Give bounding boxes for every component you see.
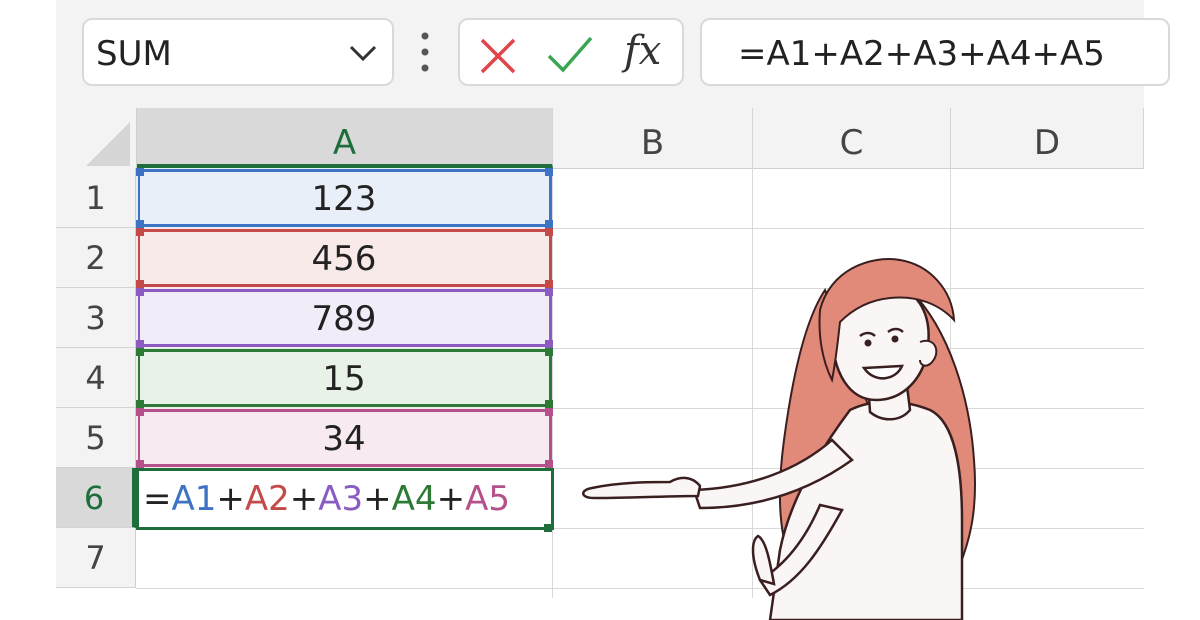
range-corner-handle[interactable] [136, 408, 144, 416]
fill-handle[interactable] [544, 524, 552, 532]
range-highlight-a4 [136, 348, 553, 408]
formula-bar[interactable]: =A1+A2+A3+A4+A5 [700, 18, 1170, 86]
range-corner-handle[interactable] [545, 340, 553, 348]
row-header-3[interactable]: 3 [56, 288, 136, 348]
row-header-2[interactable]: 2 [56, 228, 136, 288]
woman-presenting-illustration [582, 258, 977, 620]
formula-bar-value: =A1+A2+A3+A4+A5 [738, 34, 1105, 74]
cancel-icon[interactable] [478, 36, 518, 76]
formula-token: + [436, 479, 466, 519]
range-corner-handle[interactable] [136, 280, 144, 288]
range-corner-handle[interactable] [545, 220, 553, 228]
range-corner-handle[interactable] [136, 228, 144, 236]
row-header-4[interactable]: 4 [56, 348, 136, 408]
formula-actions: fx [458, 18, 684, 86]
select-all-corner[interactable] [56, 108, 137, 168]
name-box-value: SUM [96, 34, 172, 74]
range-highlight-a3 [136, 288, 553, 348]
range-corner-handle[interactable] [545, 460, 553, 468]
more-options-icon[interactable] [418, 30, 432, 74]
spreadsheet-app: SUM fx =A1+A2+A3+A4+A5 A B C D 1 2 3 4 5… [0, 0, 1200, 620]
name-box[interactable]: SUM [82, 18, 394, 86]
column-header-c[interactable]: C [753, 108, 951, 168]
range-corner-handle[interactable] [136, 220, 144, 228]
range-corner-handle[interactable] [136, 400, 144, 408]
range-corner-handle[interactable] [545, 408, 553, 416]
range-corner-handle[interactable] [136, 288, 144, 296]
range-corner-handle[interactable] [545, 400, 553, 408]
range-corner-handle[interactable] [136, 340, 144, 348]
insert-function-button[interactable]: fx [624, 28, 661, 74]
formula-token: A3 [318, 479, 364, 519]
formula-token: A2 [244, 479, 290, 519]
range-highlight-a5 [136, 408, 553, 468]
range-corner-handle[interactable] [545, 288, 553, 296]
formula-token: = [143, 479, 172, 519]
formula-token: A1 [171, 479, 217, 519]
row-header-6[interactable]: 6 [56, 468, 136, 528]
formula-token: + [216, 479, 245, 519]
range-highlight-a2 [136, 228, 553, 288]
column-header-b[interactable]: B [553, 108, 753, 168]
row-header-1[interactable]: 1 [56, 168, 136, 228]
formula-token: + [363, 479, 392, 519]
row-header-7[interactable]: 7 [56, 528, 136, 588]
column-header-d[interactable]: D [951, 108, 1144, 168]
active-cell-formula: =A1+A2+A3+A4+A5 [143, 479, 510, 519]
range-corner-handle[interactable] [136, 348, 144, 356]
range-highlight-a1 [136, 168, 553, 228]
chevron-down-icon[interactable] [348, 42, 378, 64]
range-corner-handle[interactable] [136, 460, 144, 468]
enter-check-icon[interactable] [546, 34, 594, 76]
formula-token: + [289, 479, 319, 519]
range-corner-handle[interactable] [545, 168, 553, 176]
range-corner-handle[interactable] [545, 348, 553, 356]
formula-token: A4 [391, 479, 437, 519]
column-header-a[interactable]: A [137, 108, 553, 168]
range-corner-handle[interactable] [136, 168, 144, 176]
formula-token: A5 [465, 479, 510, 519]
active-cell-a6[interactable]: =A1+A2+A3+A4+A5 [136, 468, 554, 530]
row-header-5[interactable]: 5 [56, 408, 136, 468]
range-corner-handle[interactable] [545, 280, 553, 288]
range-corner-handle[interactable] [545, 228, 553, 236]
